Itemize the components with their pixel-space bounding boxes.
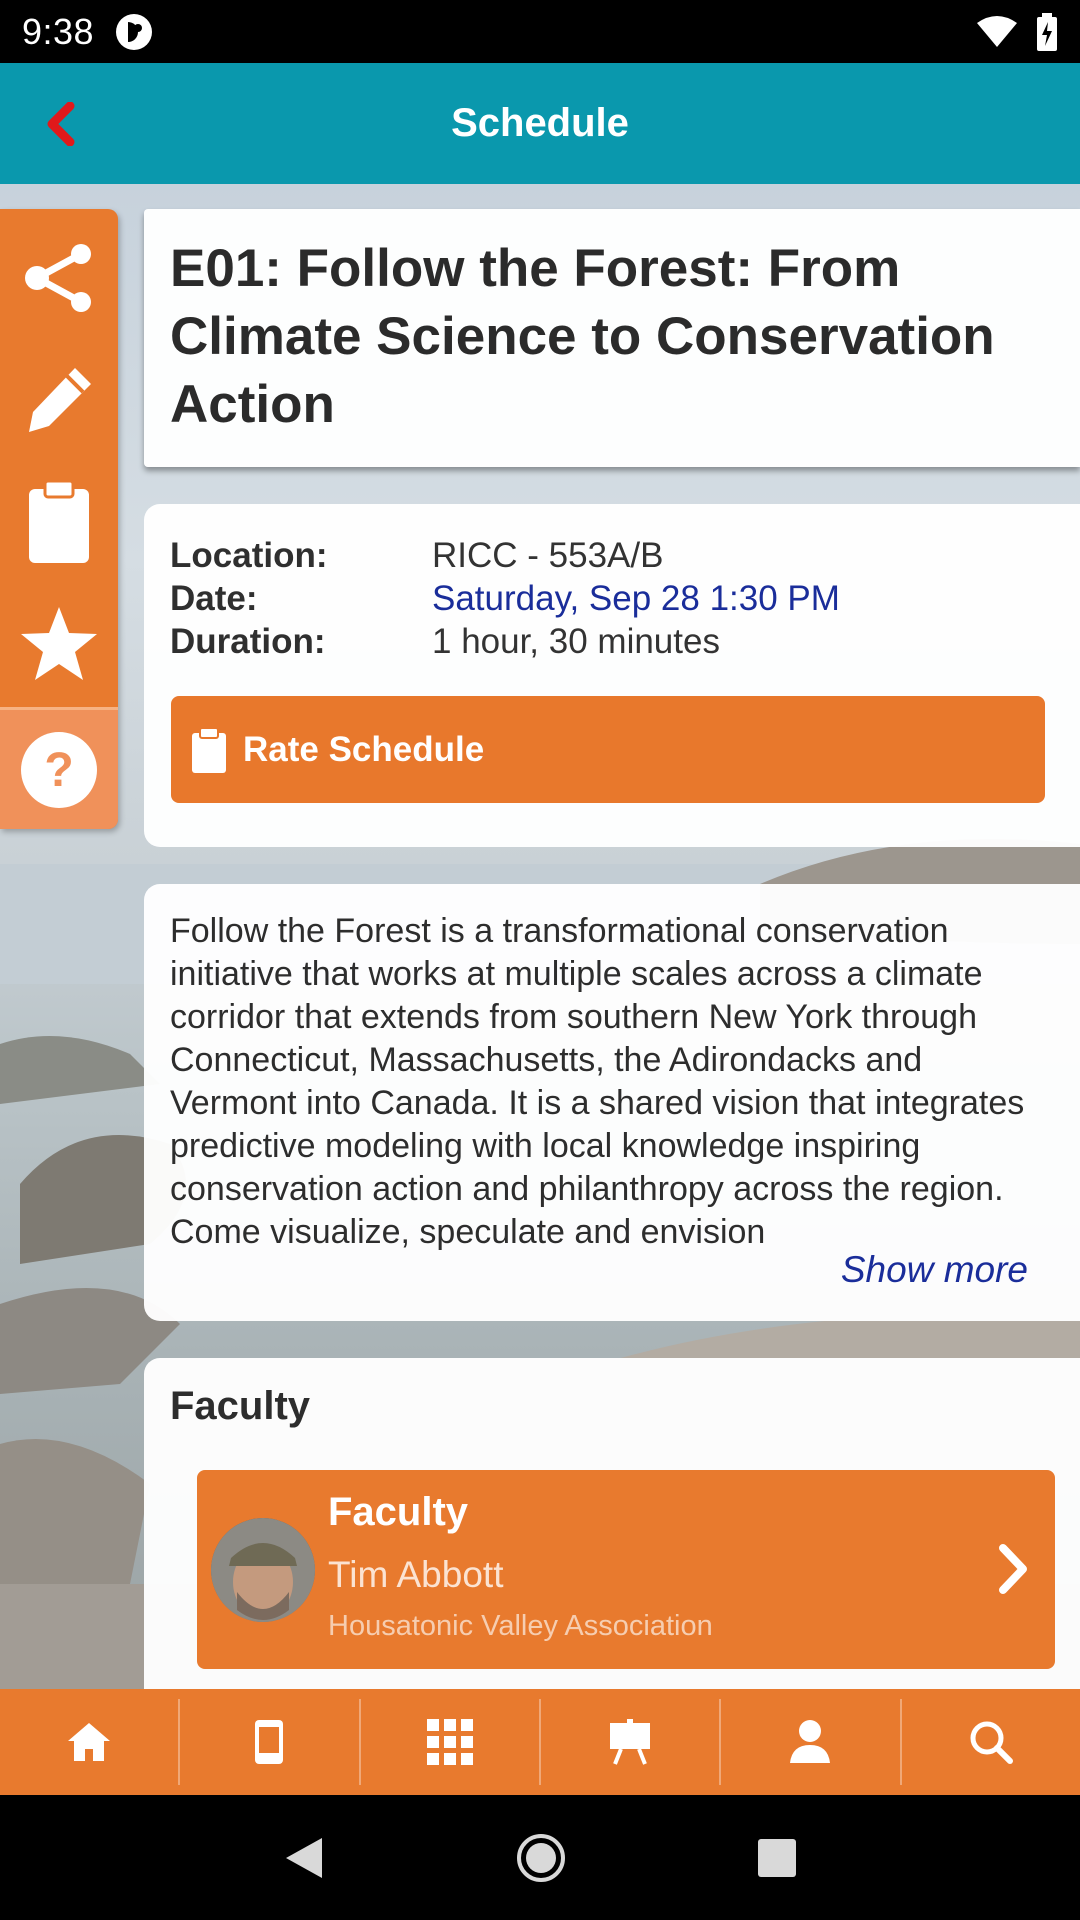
system-home-icon[interactable] bbox=[516, 1833, 566, 1883]
duration-value: 1 hour, 30 minutes bbox=[432, 622, 720, 661]
faculty-photo bbox=[211, 1518, 315, 1622]
system-recents-icon[interactable] bbox=[756, 1837, 798, 1879]
favorite-button[interactable] bbox=[0, 583, 118, 705]
nav-presentations[interactable] bbox=[541, 1699, 722, 1785]
session-description: Follow the Forest is a transformational … bbox=[170, 912, 1025, 1250]
presentation-icon bbox=[610, 1719, 651, 1765]
status-time: 9:38 bbox=[22, 10, 95, 52]
back-button[interactable] bbox=[30, 91, 90, 157]
location-label: Location: bbox=[170, 536, 328, 575]
svg-text:?: ? bbox=[44, 744, 73, 797]
show-more-link[interactable]: Show more bbox=[841, 1249, 1028, 1291]
duration-row: Duration: 1 hour, 30 minutes bbox=[170, 620, 1054, 663]
duration-label: Duration: bbox=[170, 622, 326, 661]
pencil-icon bbox=[29, 368, 91, 432]
nav-speakers[interactable] bbox=[721, 1699, 902, 1785]
help-icon: ? bbox=[21, 731, 97, 808]
session-title: E01: Follow the Forest: From Climate Sci… bbox=[170, 239, 995, 434]
nav-grid[interactable] bbox=[361, 1699, 541, 1785]
system-nav-bar bbox=[0, 1795, 1080, 1920]
nav-search[interactable] bbox=[902, 1699, 1080, 1785]
chevron-left-icon bbox=[47, 102, 75, 146]
chevron-right-icon bbox=[999, 1544, 1027, 1594]
page-title: Schedule bbox=[451, 101, 629, 145]
faculty-role: Faculty bbox=[328, 1490, 469, 1534]
search-icon bbox=[970, 1721, 1013, 1764]
home-icon bbox=[68, 1723, 111, 1761]
faculty-heading: Faculty bbox=[170, 1384, 311, 1428]
system-back-icon[interactable] bbox=[282, 1834, 326, 1882]
status-bar: 9:38 bbox=[0, 0, 1080, 63]
location-row: Location: RICC - 553A/B bbox=[170, 534, 1054, 577]
nav-mobile[interactable] bbox=[180, 1699, 361, 1785]
rate-schedule-button[interactable]: Rate Schedule bbox=[171, 696, 1045, 803]
date-label: Date: bbox=[170, 579, 258, 618]
share-icon bbox=[25, 244, 91, 312]
status-indicators bbox=[976, 12, 1058, 51]
star-icon bbox=[21, 607, 97, 680]
location-value: RICC - 553A/B bbox=[432, 536, 664, 575]
app-bar: Schedule bbox=[0, 63, 1080, 184]
faculty-list-item[interactable]: Faculty Tim Abbott Housatonic Valley Ass… bbox=[197, 1470, 1055, 1669]
date-link[interactable]: Saturday, Sep 28 1:30 PM bbox=[432, 577, 840, 620]
share-button[interactable] bbox=[0, 217, 118, 339]
wifi-icon bbox=[977, 15, 1017, 47]
avatar bbox=[211, 1518, 315, 1622]
clipboard-icon bbox=[192, 726, 226, 773]
session-title-card: E01: Follow the Forest: From Climate Sci… bbox=[144, 209, 1080, 467]
side-toolbar: ? bbox=[0, 209, 118, 829]
date-row: Date: Saturday, Sep 28 1:30 PM bbox=[170, 577, 1054, 620]
nav-home[interactable] bbox=[0, 1699, 181, 1785]
description-card: Follow the Forest is a transformational … bbox=[144, 884, 1080, 1321]
help-button[interactable]: ? bbox=[0, 707, 118, 829]
mobile-device-icon bbox=[255, 1720, 284, 1764]
grid-icon bbox=[426, 1719, 473, 1765]
bottom-nav bbox=[0, 1689, 1080, 1795]
session-details-card: Location: RICC - 553A/B Date: Saturday, … bbox=[144, 504, 1080, 847]
faculty-name: Tim Abbott bbox=[328, 1554, 504, 1595]
speaker-icon bbox=[790, 1720, 831, 1763]
rate-schedule-label: Rate Schedule bbox=[243, 729, 485, 769]
survey-button[interactable] bbox=[0, 461, 118, 583]
faculty-organization: Housatonic Valley Association bbox=[328, 1610, 713, 1642]
battery-icon bbox=[1037, 12, 1057, 51]
clipboard-icon bbox=[29, 479, 89, 563]
notes-button[interactable] bbox=[0, 339, 118, 461]
app-notification-icon bbox=[116, 13, 153, 50]
faculty-card: Faculty Faculty Tim Abbott Housatonic Va… bbox=[144, 1358, 1080, 1689]
